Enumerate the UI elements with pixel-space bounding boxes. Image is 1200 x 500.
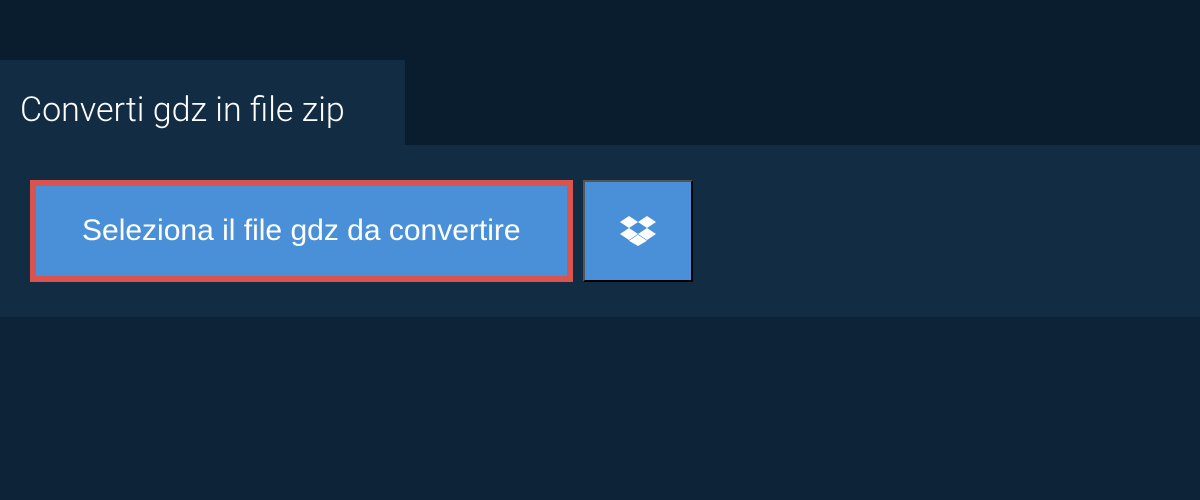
title-tab: Converti gdz in file zip: [0, 60, 405, 160]
select-file-button[interactable]: Seleziona il file gdz da convertire: [30, 180, 573, 282]
header-section: Converti gdz in file zip: [0, 0, 1200, 145]
dropbox-button[interactable]: [583, 180, 693, 282]
dropbox-icon: [620, 213, 656, 249]
page-title: Converti gdz in file zip: [20, 90, 345, 130]
button-row: Seleziona il file gdz da convertire: [30, 180, 1170, 282]
content-section: Seleziona il file gdz da convertire: [0, 145, 1200, 317]
